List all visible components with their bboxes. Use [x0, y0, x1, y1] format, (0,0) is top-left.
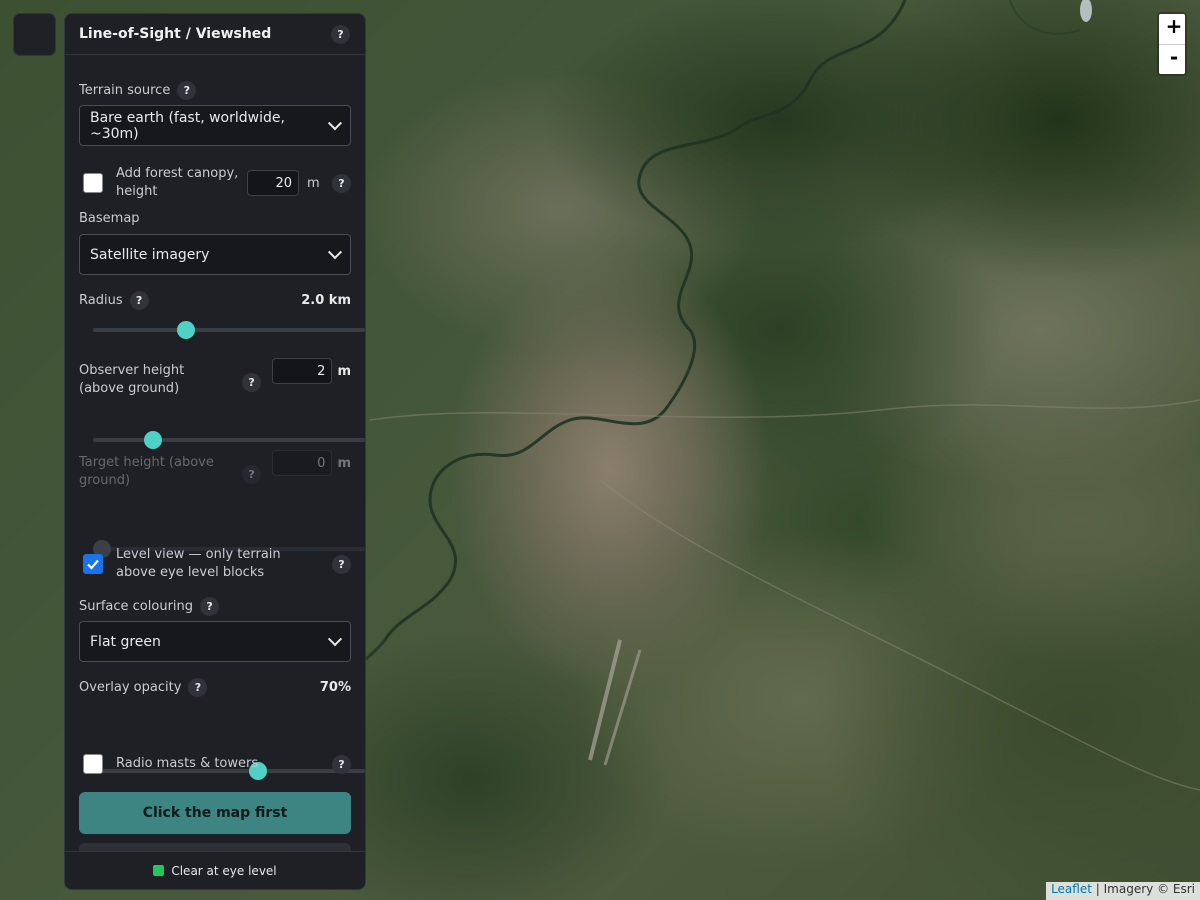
observer-height-slider[interactable]	[93, 431, 365, 449]
imagery-credit: Imagery © Esri	[1103, 882, 1195, 896]
chevron-down-icon	[327, 244, 343, 259]
chevron-down-icon	[327, 631, 343, 646]
radio-masts-checkbox[interactable]	[83, 754, 103, 774]
run-viewshed-button[interactable]: Click the map first	[79, 792, 351, 834]
attribution-separator: |	[1095, 882, 1100, 896]
zoom-out-button[interactable]: -	[1159, 44, 1185, 74]
surface-colouring-label: Surface colouring	[79, 599, 194, 614]
target-help-icon: ?	[242, 464, 262, 484]
legend-swatch	[153, 865, 165, 876]
legend-label: Clear at eye level	[171, 863, 277, 878]
target-height-row: Target height (above ground) ? 0 m	[79, 450, 351, 491]
forest-canopy-checkbox[interactable]	[83, 173, 103, 193]
target-height-unit: m	[337, 455, 351, 471]
radio-masts-row: Radio masts & towers ?	[79, 752, 351, 776]
slider-track	[93, 438, 365, 442]
zoom-control: + -	[1157, 12, 1187, 76]
radius-value: 2.0 km	[301, 293, 351, 308]
panel-title: Line-of-Sight / Viewshed	[79, 26, 272, 42]
radius-label: Radius	[79, 293, 123, 308]
panel-header: Line-of-Sight / Viewshed ?	[65, 14, 365, 55]
level-view-help-icon[interactable]: ?	[332, 554, 351, 574]
level-view-label: Level view — only terrain above eye leve…	[116, 547, 281, 580]
slider-track	[93, 328, 365, 332]
masts-help-icon[interactable]: ?	[332, 754, 351, 774]
radius-help-icon[interactable]: ?	[129, 291, 149, 310]
terrain-source-label: Terrain source	[79, 83, 171, 98]
surface-colouring-value: Flat green	[90, 633, 161, 650]
terrain-help-icon[interactable]: ?	[177, 81, 197, 100]
slider-thumb[interactable]	[143, 431, 162, 449]
slider-thumb[interactable]	[176, 321, 195, 339]
panel-toggle-button[interactable]	[13, 13, 56, 56]
opacity-value: 70%	[319, 680, 351, 695]
title-help-icon[interactable]: ?	[331, 24, 350, 44]
observer-height-input[interactable]: 2	[272, 358, 333, 384]
zoom-in-button[interactable]: +	[1159, 14, 1185, 44]
surface-colouring-label-row: Surface colouring ?	[79, 597, 351, 616]
panel-body: Terrain source ? Bare earth (fast, world…	[65, 55, 365, 863]
radius-label-row: Radius ? 2.0 km	[79, 291, 351, 310]
observer-help-icon[interactable]: ?	[242, 372, 262, 392]
leaflet-link[interactable]: Leaflet	[1051, 882, 1092, 896]
legend: Clear at eye level	[65, 851, 365, 889]
viewshed-panel: Line-of-Sight / Viewshed ? Terrain sourc…	[64, 13, 366, 890]
forest-canopy-row: Add forest canopy, height 20 m ?	[79, 165, 351, 201]
observer-height-row: Observer height (above ground) ? 2 m	[79, 358, 351, 399]
basemap-value: Satellite imagery	[90, 246, 210, 263]
opacity-help-icon[interactable]: ?	[188, 678, 208, 697]
map-attribution: Leaflet | Imagery © Esri	[1046, 882, 1200, 900]
opacity-label: Overlay opacity	[79, 680, 182, 695]
basemap-label: Basemap	[79, 211, 140, 226]
surface-help-icon[interactable]: ?	[200, 597, 220, 616]
observer-height-unit: m	[337, 363, 351, 379]
forest-height-input[interactable]: 20	[247, 170, 299, 196]
forest-help-icon[interactable]: ?	[332, 173, 351, 193]
opacity-label-row: Overlay opacity ? 70%	[79, 678, 351, 697]
checkmark-icon	[87, 559, 99, 570]
forest-height-unit: m	[307, 175, 320, 191]
radius-slider[interactable]	[93, 321, 365, 339]
level-view-checkbox[interactable]	[83, 554, 103, 574]
level-view-row: Level view — only terrain above eye leve…	[79, 545, 351, 583]
target-height-label: Target height (above ground)	[79, 455, 214, 488]
surface-colouring-select[interactable]: Flat green	[79, 621, 351, 662]
terrain-source-label-row: Terrain source ?	[79, 81, 351, 100]
observer-height-label: Observer height (above ground)	[79, 363, 185, 396]
radio-masts-label: Radio masts & towers	[116, 756, 259, 771]
terrain-source-select[interactable]: Bare earth (fast, worldwide, ~30m)	[79, 105, 351, 146]
target-height-input: 0	[272, 450, 333, 476]
forest-canopy-label: Add forest canopy, height	[116, 166, 239, 199]
terrain-source-value: Bare earth (fast, worldwide, ~30m)	[90, 109, 285, 142]
basemap-select[interactable]: Satellite imagery	[79, 234, 351, 275]
